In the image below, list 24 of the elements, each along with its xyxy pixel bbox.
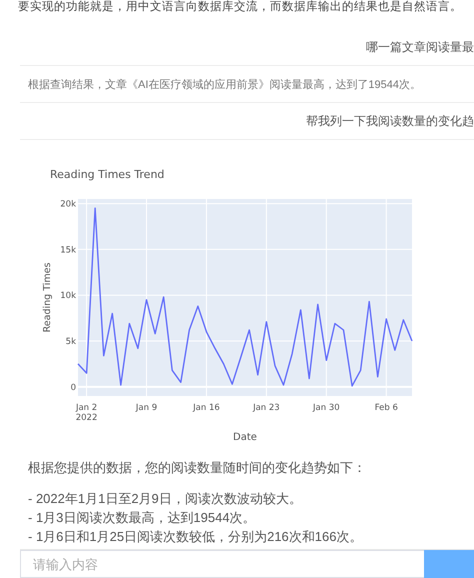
bullet-text: - 1月3日阅读次数最高，达到19544次。	[27, 509, 257, 527]
y-tick-label: 0	[70, 382, 76, 393]
user-message: 哪一篇文章阅读量最	[366, 38, 474, 56]
bullet-text: - 1月6日和1月25日阅读次数较低，分别为216次和166次。	[27, 528, 364, 546]
x-tick-label: Jan 23	[253, 403, 280, 413]
x-tick-label: Jan 2 2022	[76, 403, 98, 423]
y-axis-label: Reading Times	[42, 262, 53, 332]
x-tick-label: Jan 9	[136, 403, 158, 413]
y-tick-label: 5k	[66, 337, 76, 348]
x-tick-label: Jan 16	[193, 403, 220, 413]
chart-title: Reading Times Trend	[50, 168, 164, 181]
message-input[interactable]: 请输入内容	[20, 550, 424, 578]
summary-text: 根据您提供的数据，您的阅读数量随时间的变化趋势如下：	[27, 459, 367, 477]
reply-message: 根据查询结果，文章《AI在医疗领域的应用前景》阅读量最高，达到了19544次。	[28, 78, 421, 92]
y-tick-label: 20k	[60, 200, 76, 210]
x-axis-label: Date	[233, 432, 257, 443]
x-tick-label: Jan 30	[313, 403, 340, 413]
send-button[interactable]	[424, 550, 474, 578]
bullet-text: - 2022年1月1日至2月9日，阅读次数波动较大。	[27, 490, 303, 508]
y-tick-label: 10k	[60, 291, 76, 302]
intro-text: 要实现的功能就是，用中文语言向数据库交流，而数据库输出的结果也是自然语言。	[17, 0, 463, 15]
y-tick-label: 15k	[60, 245, 76, 256]
x-tick-label: Feb 6	[374, 403, 398, 413]
user-message: 帮我列一下我阅读数量的变化趋	[306, 112, 474, 130]
